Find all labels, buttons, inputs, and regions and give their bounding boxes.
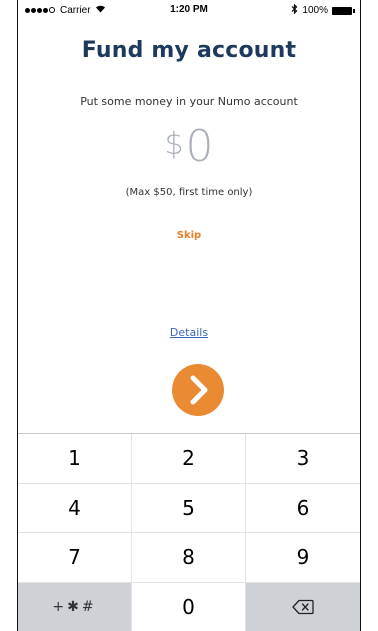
status-right: 100% — [291, 3, 355, 17]
key-delete[interactable] — [246, 582, 360, 631]
key-1[interactable]: 1 — [18, 434, 132, 484]
key-5[interactable]: 5 — [132, 483, 246, 533]
key-2[interactable]: 2 — [132, 434, 246, 484]
key-7[interactable]: 7 — [18, 533, 132, 583]
bluetooth-icon — [291, 3, 298, 17]
status-bar: Carrier 1:20 PM 100% — [18, 0, 360, 20]
key-8[interactable]: 8 — [132, 533, 246, 583]
amount-display: $0 — [18, 121, 360, 172]
key-4[interactable]: 4 — [18, 483, 132, 533]
next-button[interactable] — [172, 364, 224, 416]
backspace-icon — [292, 600, 314, 615]
phone-screen: Carrier 1:20 PM 100% Fund my account Put… — [17, 0, 361, 631]
key-3[interactable]: 3 — [246, 434, 360, 484]
key-0[interactable]: 0 — [132, 582, 246, 631]
amount-value: 0 — [185, 121, 214, 172]
skip-button[interactable]: Skip — [18, 230, 360, 241]
key-6[interactable]: 6 — [246, 483, 360, 533]
chevron-right-icon — [190, 375, 208, 405]
max-amount-note: (Max $50, first time only) — [125, 187, 253, 198]
battery-percent: 100% — [302, 5, 328, 16]
battery-icon — [332, 6, 355, 15]
key-9[interactable]: 9 — [246, 533, 360, 583]
currency-symbol: $ — [164, 127, 184, 162]
key-symbols[interactable]: +✱# — [18, 582, 132, 631]
page-title: Fund my account — [81, 38, 297, 63]
details-link[interactable]: Details — [18, 326, 360, 339]
numeric-keypad: 1 2 3 4 5 6 7 8 9 +✱# 0 — [18, 433, 360, 631]
subtitle: Put some money in your Numo account — [80, 95, 298, 108]
